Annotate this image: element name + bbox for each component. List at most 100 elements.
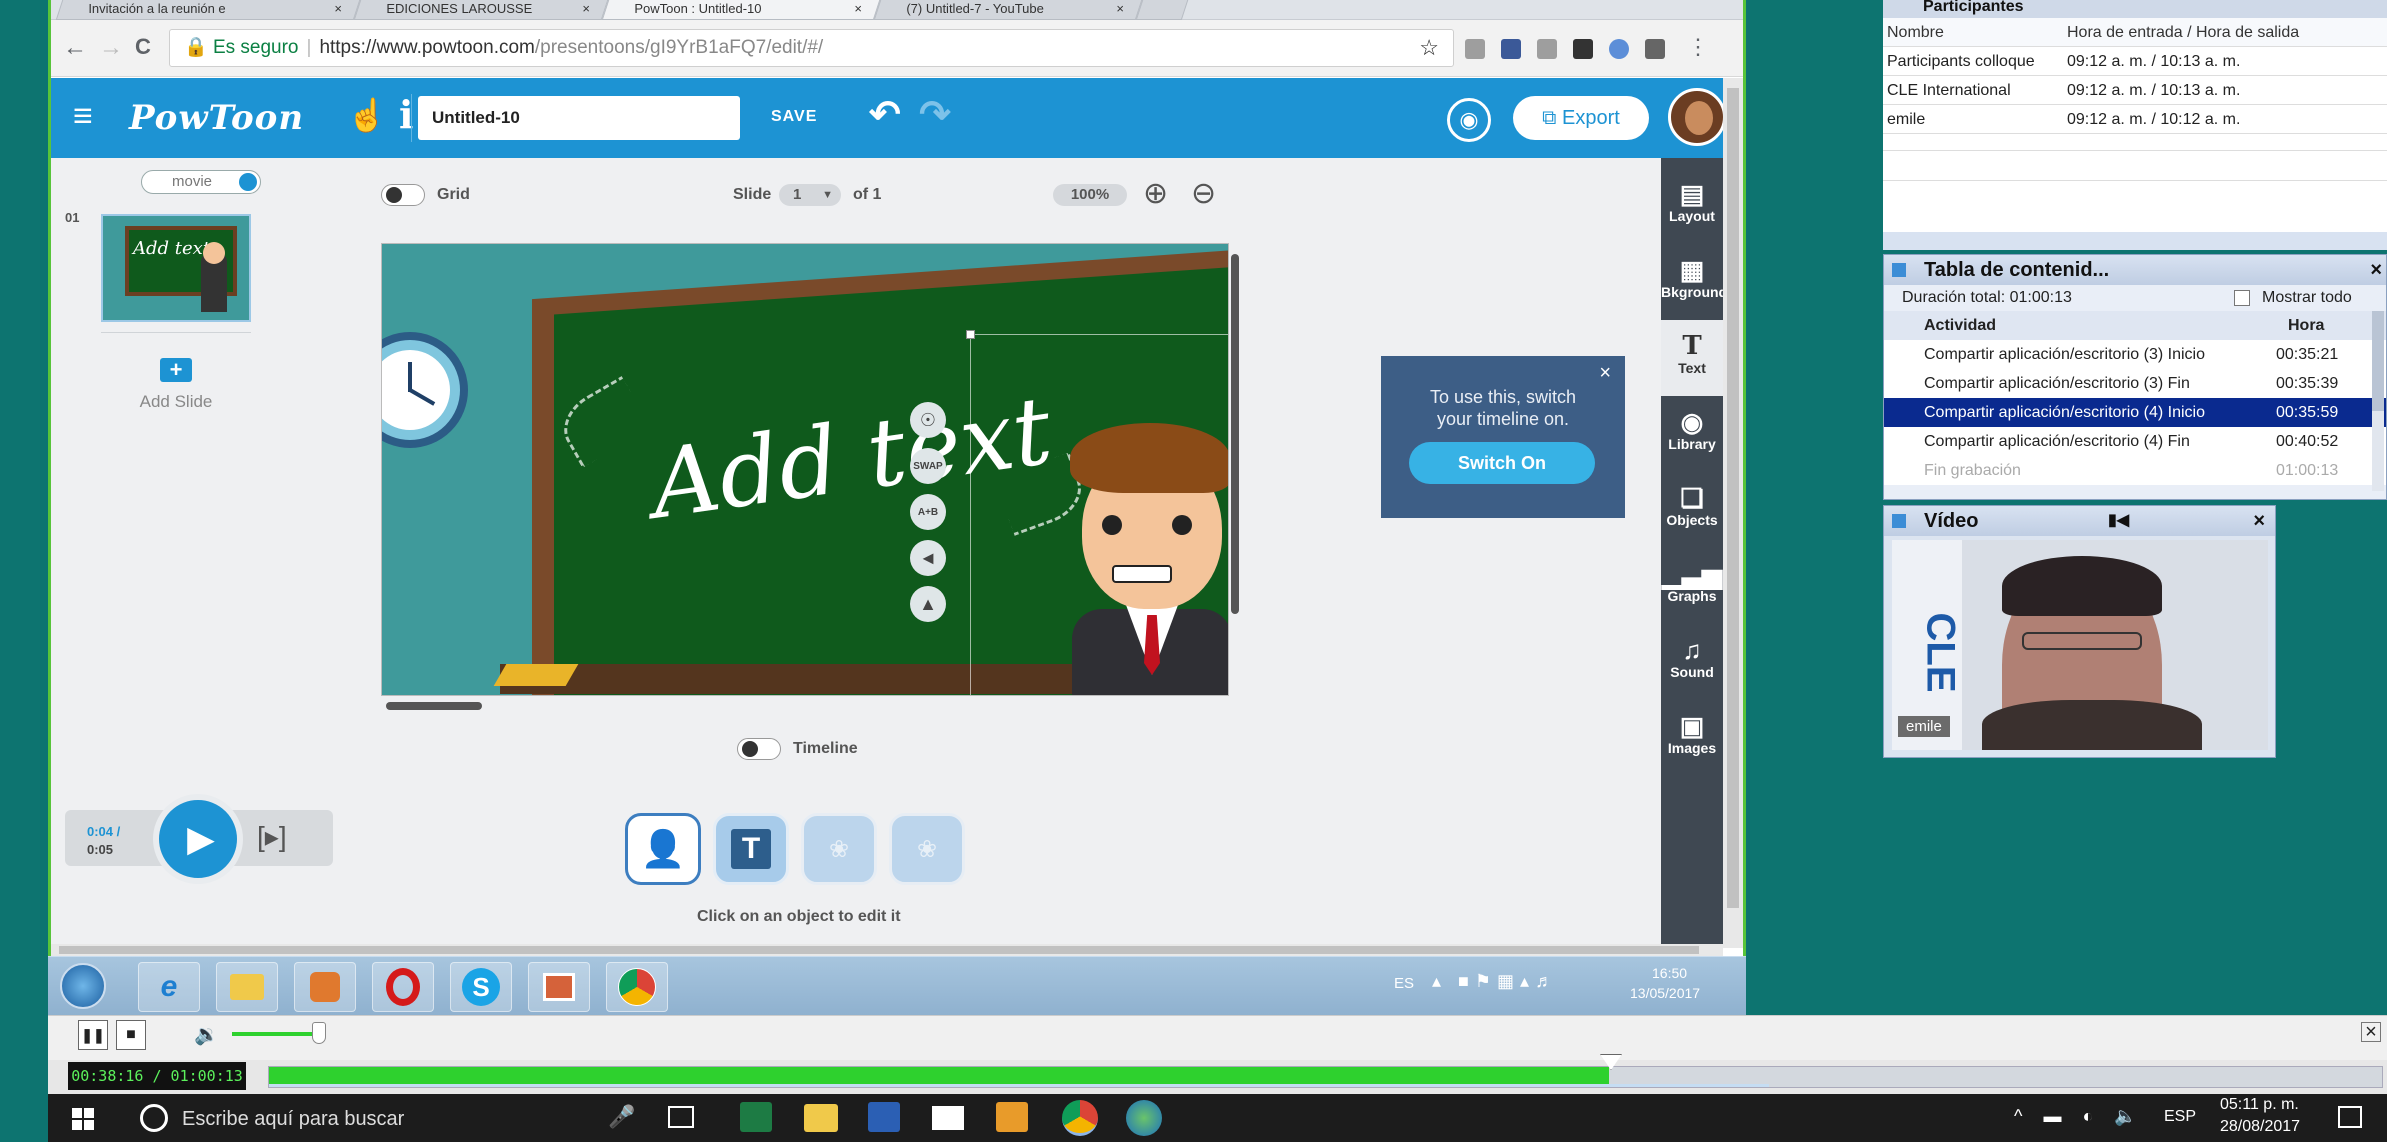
taskbar-outlook-icon[interactable] bbox=[996, 1102, 1028, 1132]
export-button[interactable]: ⧉ Export bbox=[1513, 96, 1649, 140]
taskbar-excel-icon[interactable] bbox=[740, 1102, 772, 1132]
notification-bell-icon[interactable]: ☝ bbox=[347, 96, 387, 134]
toc-row[interactable]: Compartir aplicación/escritorio (4) Fin … bbox=[1884, 427, 2386, 456]
taskbar-opera-icon[interactable] bbox=[372, 962, 434, 1012]
grid-toggle[interactable] bbox=[381, 184, 425, 206]
close-icon[interactable]: × bbox=[1599, 362, 1611, 385]
stage-vscroll-thumb[interactable] bbox=[1231, 254, 1239, 614]
new-tab-button[interactable] bbox=[1135, 0, 1189, 20]
tab-larousse[interactable]: EDICIONES LAROUSSE × bbox=[353, 0, 609, 20]
panel-library[interactable]: ◉ Library bbox=[1661, 396, 1723, 472]
slide-thumbnail[interactable]: Add text bbox=[101, 214, 251, 322]
taskbar-language[interactable]: ESP bbox=[2164, 1108, 2196, 1126]
extension-icon[interactable] bbox=[1609, 39, 1629, 59]
close-tab-icon[interactable]: × bbox=[335, 0, 343, 18]
close-tab-icon[interactable]: × bbox=[583, 0, 591, 18]
tab-invitation[interactable]: Invitación a la reunión e × bbox=[55, 0, 361, 20]
tray-icons[interactable]: ^ ▬ ◐ 🔈 bbox=[2014, 1106, 2145, 1127]
object-effect-button[interactable]: ❀ bbox=[889, 813, 965, 885]
slide-select[interactable]: 1 ▼ bbox=[779, 184, 841, 206]
win7-clock-date[interactable]: 13/05/2017 bbox=[1630, 985, 1700, 1001]
win7-clock-time[interactable]: 16:50 bbox=[1652, 965, 1687, 981]
add-slide-button[interactable]: + Add Slide bbox=[111, 358, 241, 418]
participant-row[interactable]: Participants colloque 09:12 a. m. / 10:1… bbox=[1883, 47, 2387, 76]
extension-icon[interactable] bbox=[1501, 39, 1521, 59]
panel-text[interactable]: T Text bbox=[1661, 320, 1723, 396]
taskbar-powerpoint-icon[interactable] bbox=[528, 962, 590, 1012]
zoom-out-icon[interactable]: ⊖ bbox=[1191, 176, 1216, 211]
taskbar-clock-time[interactable]: 05:11 p. m. bbox=[2220, 1096, 2299, 1114]
redo-icon[interactable]: ↷ bbox=[919, 92, 951, 137]
start-orb-icon[interactable] bbox=[60, 963, 106, 1009]
panel-background[interactable]: ▦ Bkground bbox=[1661, 244, 1727, 320]
pause-button[interactable]: ❚❚ bbox=[78, 1020, 108, 1050]
float-tool-run-icon[interactable]: ☉ bbox=[910, 402, 946, 438]
close-icon[interactable]: × bbox=[2253, 506, 2265, 536]
panel-objects[interactable]: ❏ Objects bbox=[1661, 472, 1723, 548]
language-indicator[interactable]: ES bbox=[1394, 975, 1414, 992]
avatar[interactable] bbox=[1668, 88, 1726, 146]
zoom-in-icon[interactable]: ⊕ bbox=[1143, 176, 1168, 211]
undo-icon[interactable]: ↶ bbox=[869, 92, 901, 137]
powtoon-logo[interactable]: PowToon bbox=[129, 98, 304, 138]
microphone-icon[interactable]: 🎤 bbox=[608, 1104, 635, 1130]
extension-icon[interactable] bbox=[1645, 39, 1665, 59]
toc-row[interactable]: Compartir aplicación/escritorio (3) Inic… bbox=[1884, 340, 2386, 369]
page-scrollbar[interactable] bbox=[1723, 78, 1743, 948]
canvas-stage[interactable]: Add text ☉ SWAP A+B ◄ ▲ bbox=[381, 243, 1229, 696]
back-icon[interactable]: ← bbox=[63, 34, 87, 62]
close-icon[interactable]: × bbox=[2370, 255, 2382, 285]
object-effect-button[interactable]: ❀ bbox=[801, 813, 877, 885]
url-field[interactable]: 🔒 Es seguro | https://www.powtoon.com/pres… bbox=[169, 29, 1454, 67]
toc-scrollbar[interactable] bbox=[2372, 311, 2384, 491]
volume-icon[interactable]: 🔉 bbox=[194, 1022, 219, 1047]
hamburger-icon[interactable]: ≡ bbox=[73, 98, 93, 134]
float-tool-swap-icon[interactable]: SWAP bbox=[910, 448, 946, 484]
float-tool-ab-icon[interactable]: A+B bbox=[910, 494, 946, 530]
preview-eye-icon[interactable]: ◉ bbox=[1447, 98, 1491, 142]
close-icon[interactable]: × bbox=[2361, 1022, 2381, 1042]
panel-images[interactable]: ▣ Images bbox=[1661, 700, 1723, 776]
show-all-checkbox[interactable] bbox=[2234, 290, 2250, 306]
taskbar-search-input[interactable]: Escribe aquí para buscar bbox=[182, 1108, 404, 1131]
taskbar-mail-icon[interactable] bbox=[932, 1106, 964, 1130]
extension-icon[interactable] bbox=[1573, 39, 1593, 59]
toc-row[interactable]: Compartir aplicación/escritorio (3) Fin … bbox=[1884, 369, 2386, 398]
taskbar-word-icon[interactable] bbox=[868, 1102, 900, 1132]
cortana-icon[interactable] bbox=[140, 1104, 168, 1132]
extension-icon[interactable] bbox=[1537, 39, 1557, 59]
tray-icons[interactable]: ▴ ■⚑▦▴♬ bbox=[1432, 971, 1559, 992]
zoom-level[interactable]: 100% bbox=[1053, 184, 1127, 206]
close-tab-icon[interactable]: × bbox=[855, 0, 863, 18]
taskbar-globe-icon[interactable] bbox=[1126, 1100, 1162, 1136]
object-text-button[interactable]: T bbox=[713, 813, 789, 885]
camera-icon[interactable]: ▮◀ bbox=[2108, 506, 2129, 536]
title-input[interactable]: Untitled-10 bbox=[418, 96, 740, 140]
next-frame-icon[interactable]: [▸] bbox=[257, 820, 287, 853]
extension-icon[interactable] bbox=[1465, 39, 1485, 59]
tab-youtube[interactable]: (7) Untitled-7 - YouTube × bbox=[873, 0, 1143, 20]
switch-on-button[interactable]: Switch On bbox=[1409, 442, 1595, 484]
movie-mode-toggle[interactable]: movie bbox=[141, 170, 261, 194]
panel-sound[interactable]: ♫ Sound bbox=[1661, 624, 1723, 700]
toc-row-selected[interactable]: Compartir aplicación/escritorio (4) Inic… bbox=[1884, 398, 2386, 427]
taskbar-ie-icon[interactable]: e bbox=[138, 962, 200, 1012]
save-button[interactable]: SAVE bbox=[771, 108, 817, 126]
volume-slider-thumb[interactable] bbox=[312, 1022, 326, 1044]
page-hscrollbar[interactable] bbox=[51, 944, 1723, 956]
participant-row[interactable]: emile 09:12 a. m. / 10:12 a. m. bbox=[1883, 105, 2387, 134]
float-tool-flip-icon[interactable]: ▲ bbox=[910, 586, 946, 622]
taskbar-chrome-icon[interactable] bbox=[1062, 1100, 1098, 1136]
object-character-button[interactable]: 👤 bbox=[625, 813, 701, 885]
timeline-toggle[interactable] bbox=[737, 738, 781, 760]
panel-layout[interactable]: ▤ Layout bbox=[1661, 168, 1723, 244]
stage-scroll-thumb[interactable] bbox=[386, 702, 482, 710]
taskbar-skype-icon[interactable]: S bbox=[450, 962, 512, 1012]
menu-dots-icon[interactable]: ⋮ bbox=[1687, 34, 1709, 60]
panel-graphs[interactable]: ▁▃▅ Graphs bbox=[1661, 548, 1723, 624]
stop-button[interactable]: ■ bbox=[116, 1020, 146, 1050]
task-view-icon[interactable] bbox=[668, 1106, 694, 1128]
star-icon[interactable]: ☆ bbox=[1419, 30, 1439, 66]
notifications-icon[interactable] bbox=[2338, 1106, 2362, 1128]
play-button[interactable]: ▶ bbox=[153, 794, 243, 884]
